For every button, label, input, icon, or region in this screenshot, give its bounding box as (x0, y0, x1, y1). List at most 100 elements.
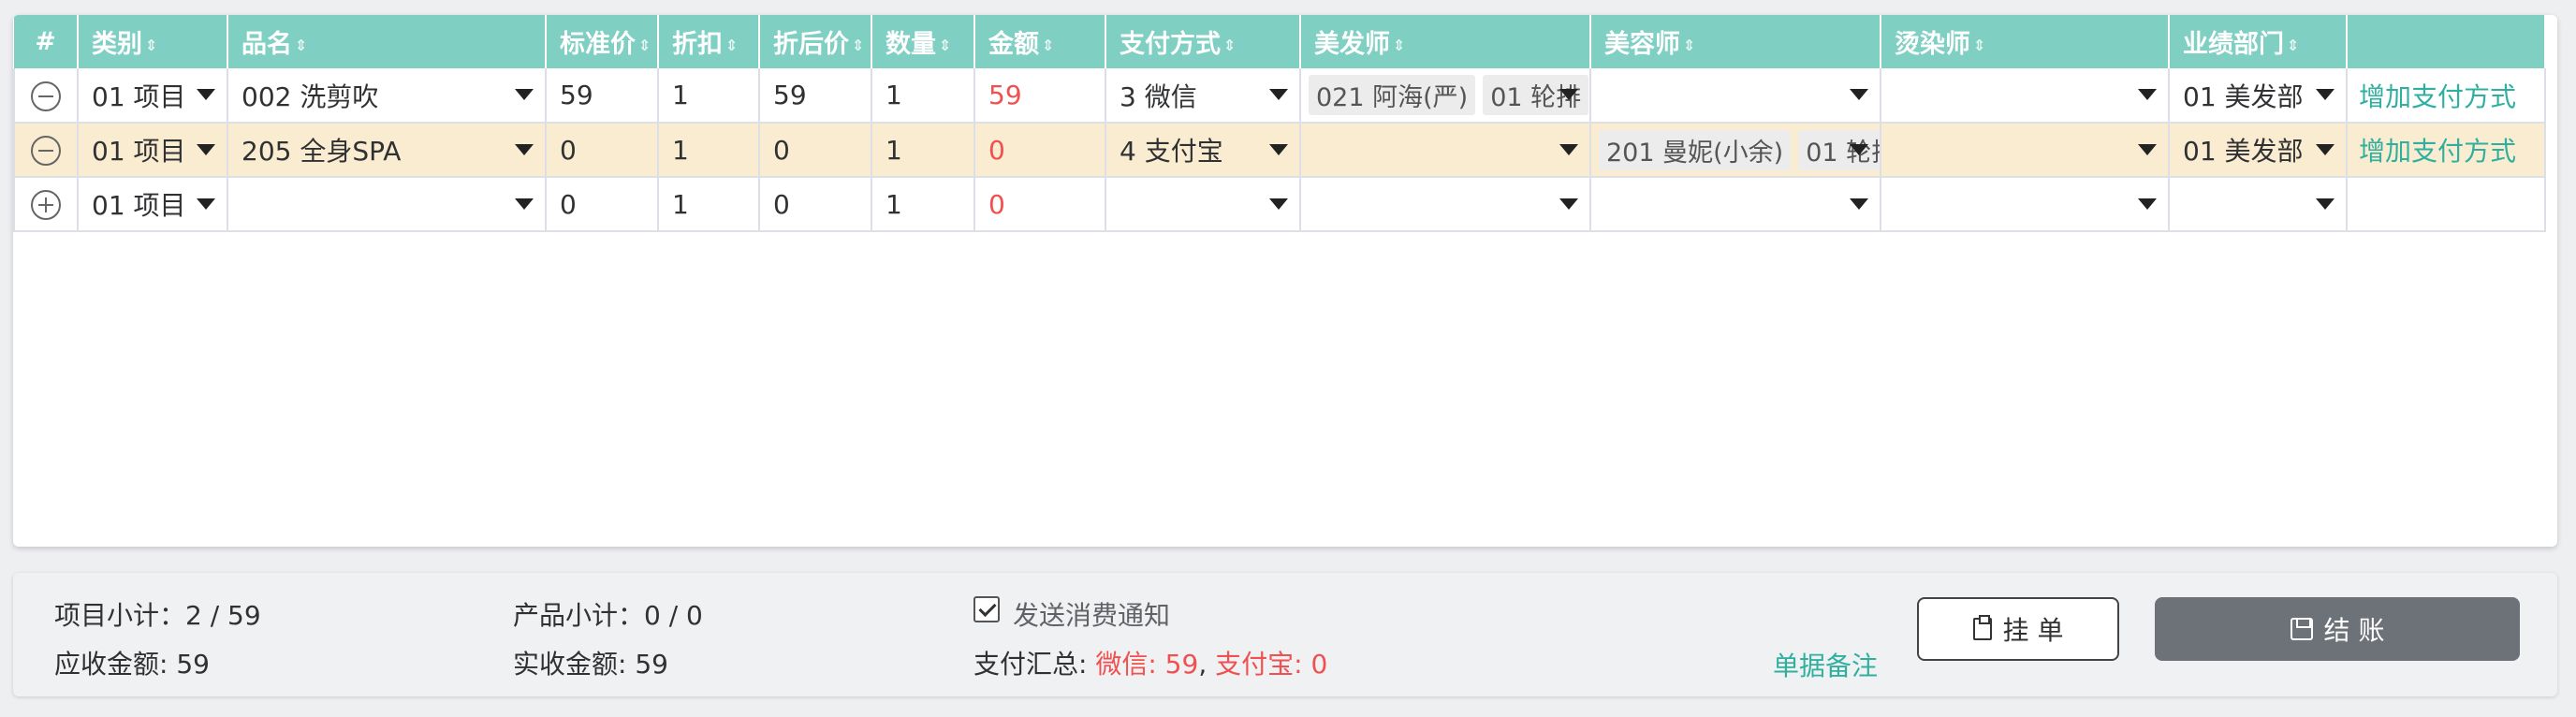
hairdresser-select[interactable] (1300, 123, 1591, 178)
col-hairdresser[interactable]: 美发师 ⇕ (1300, 15, 1591, 68)
checkout-button[interactable]: 结 账 (2155, 597, 2520, 661)
category-select[interactable]: 01 项目 (78, 123, 228, 178)
pay-method-select[interactable]: 4 支付宝 (1105, 123, 1301, 178)
minus-circle-icon[interactable] (31, 80, 61, 111)
dropdown-caret-icon[interactable] (2138, 198, 2157, 210)
col-name[interactable]: 品名 ⇕ (227, 15, 547, 68)
col-std-price[interactable]: 标准价 ⇕ (546, 15, 659, 68)
name-select[interactable]: 205 全身SPA (227, 123, 547, 178)
sort-icon[interactable]: ⇕ (939, 37, 951, 54)
col-pay-method[interactable]: 支付方式 ⇕ (1105, 15, 1301, 68)
col-amount[interactable]: 金额 ⇕ (974, 15, 1106, 68)
sort-icon[interactable]: ⇕ (145, 37, 157, 54)
hairdresser-select[interactable]: 021 阿海(严) 01 轮排 (1300, 68, 1591, 124)
minus-circle-icon[interactable] (31, 136, 61, 166)
dropdown-caret-icon[interactable] (1850, 198, 1868, 210)
col-dept[interactable]: 业绩部门 ⇕ (2169, 15, 2348, 68)
col-dyer[interactable]: 烫染师 ⇕ (1881, 15, 2170, 68)
dropdown-caret-icon[interactable] (515, 89, 534, 100)
sort-icon[interactable]: ⇕ (1042, 37, 1054, 54)
action-cell (2347, 177, 2546, 232)
plus-circle-icon[interactable] (31, 190, 61, 220)
dept-select[interactable]: 01 美发部 (2169, 123, 2348, 178)
dropdown-caret-icon[interactable] (197, 144, 215, 155)
add-payment-link[interactable]: 增加支付方式 (2347, 68, 2546, 124)
remark-link[interactable]: 单据备注 (1773, 646, 1878, 683)
sort-icon[interactable]: ⇕ (638, 37, 651, 54)
dyer-select[interactable] (1881, 123, 2170, 178)
col-qty[interactable]: 数量 ⇕ (871, 15, 975, 68)
dropdown-caret-icon[interactable] (197, 89, 215, 100)
discount-input[interactable]: 1 (658, 123, 760, 178)
pay-method-select[interactable]: 3 微信 (1105, 68, 1301, 124)
qty-input[interactable]: 1 (871, 123, 975, 178)
col-actions (2347, 15, 2546, 68)
dropdown-caret-icon[interactable] (2138, 144, 2157, 155)
disc-price-input[interactable]: 59 (759, 68, 872, 124)
checkout-label: 结 账 (2323, 615, 2385, 646)
std-price-input[interactable]: 0 (546, 123, 659, 178)
dropdown-caret-icon[interactable] (1850, 89, 1868, 100)
save-icon (2290, 618, 2313, 640)
name-select[interactable]: 002 洗剪吹 (227, 68, 547, 124)
sort-icon[interactable]: ⇕ (1393, 37, 1405, 54)
sort-icon[interactable]: ⇕ (1683, 37, 1695, 54)
send-notice-label[interactable]: 发送消费通知 (1013, 595, 1170, 633)
add-row-button[interactable] (13, 177, 79, 232)
table-header-row: # 类别 ⇕ 品名 ⇕ 标准价 ⇕ 折扣 ⇕ 折后价 ⇕ 数量 ⇕ 金额 ⇕ 支付方式 ⇕ 美发… (14, 15, 2546, 68)
sort-icon[interactable]: ⇕ (2287, 37, 2299, 54)
sort-icon[interactable]: ⇕ (852, 37, 864, 54)
sort-icon[interactable]: ⇕ (725, 37, 738, 54)
disc-price-input[interactable]: 0 (759, 123, 872, 178)
staff-tag[interactable]: 021 阿海(严) (1309, 75, 1476, 115)
dropdown-caret-icon[interactable] (1269, 198, 1288, 210)
col-discount[interactable]: 折扣 ⇕ (658, 15, 760, 68)
hang-order-button[interactable]: 挂 单 (1917, 597, 2119, 661)
discount-input[interactable]: 1 (658, 68, 760, 124)
checkout-footer: 项目小计：2 / 59 产品小计：0 / 0 发送消费通知 应收金额: 59 实… (13, 573, 2557, 696)
discount-input[interactable]: 1 (658, 177, 760, 232)
category-select[interactable]: 01 项目 (78, 68, 228, 124)
hairdresser-select[interactable] (1300, 177, 1591, 232)
sort-icon[interactable]: ⇕ (295, 37, 307, 54)
dept-select[interactable]: 01 美发部 (2169, 68, 2348, 124)
std-price-input[interactable]: 59 (546, 68, 659, 124)
remove-row-button[interactable] (13, 123, 79, 178)
dropdown-caret-icon[interactable] (2316, 89, 2334, 100)
dropdown-caret-icon[interactable] (2316, 198, 2334, 210)
add-payment-link[interactable]: 增加支付方式 (2347, 123, 2546, 178)
staff-tag[interactable]: 201 曼妮(小余) (1599, 129, 1792, 170)
pay-method-select[interactable] (1105, 177, 1301, 232)
beautician-select[interactable]: 201 曼妮(小余)01 轮排 (1590, 123, 1881, 178)
send-notice-checkbox[interactable] (973, 596, 1000, 622)
disc-price-input[interactable]: 0 (759, 177, 872, 232)
col-category[interactable]: 类别 ⇕ (78, 15, 228, 68)
dropdown-caret-icon[interactable] (1269, 89, 1288, 100)
dyer-select[interactable] (1881, 177, 2170, 232)
dept-select[interactable] (2169, 177, 2348, 232)
dropdown-caret-icon[interactable] (515, 144, 534, 155)
category-select[interactable]: 01 项目 (78, 177, 228, 232)
dropdown-caret-icon[interactable] (1559, 198, 1578, 210)
dropdown-caret-icon[interactable] (1269, 144, 1288, 155)
beautician-select[interactable] (1590, 68, 1881, 124)
col-disc-price[interactable]: 折后价 ⇕ (759, 15, 872, 68)
receivable-amount: 应收金额: 59 (54, 649, 210, 680)
dropdown-caret-icon[interactable] (2316, 144, 2334, 155)
sort-icon[interactable]: ⇕ (1973, 37, 1985, 54)
dyer-select[interactable] (1881, 68, 2170, 124)
dropdown-caret-icon[interactable] (197, 198, 215, 210)
col-beautician[interactable]: 美容师 ⇕ (1590, 15, 1881, 68)
dropdown-caret-icon[interactable] (1559, 89, 1578, 100)
dropdown-caret-icon[interactable] (1559, 144, 1578, 155)
qty-input[interactable]: 1 (871, 68, 975, 124)
qty-input[interactable]: 1 (871, 177, 975, 232)
beautician-select[interactable] (1590, 177, 1881, 232)
dropdown-caret-icon[interactable] (515, 198, 534, 210)
dropdown-caret-icon[interactable] (2138, 89, 2157, 100)
name-select[interactable] (227, 177, 547, 232)
std-price-input[interactable]: 0 (546, 177, 659, 232)
sort-icon[interactable]: ⇕ (1223, 37, 1236, 54)
dropdown-caret-icon[interactable] (1850, 144, 1868, 155)
remove-row-button[interactable] (13, 68, 79, 124)
